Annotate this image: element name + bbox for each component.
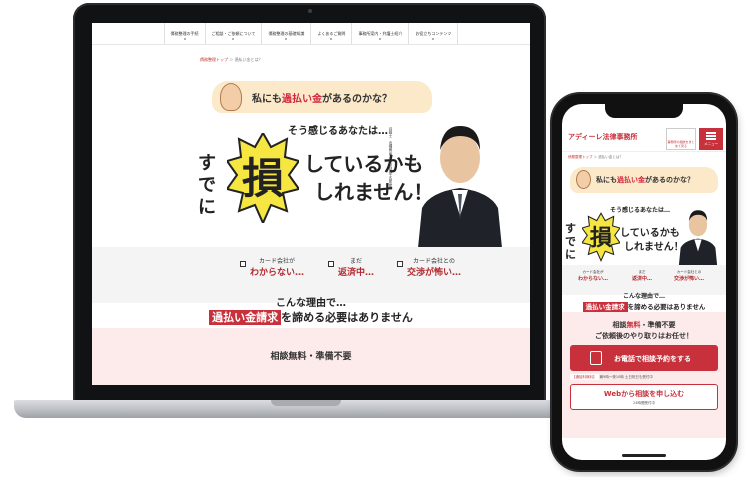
phone-login-button[interactable]: 事務所の相談をまとめて見る bbox=[666, 128, 696, 150]
phone-web-sublabel: 24時間受付中 bbox=[633, 401, 655, 405]
worry-2-top: まだ bbox=[350, 258, 363, 265]
phone-breadcrumb-home[interactable]: 債務整理トップ bbox=[568, 155, 593, 159]
checkbox-icon bbox=[397, 261, 403, 267]
checkbox-icon bbox=[240, 261, 246, 267]
question-bubble: 私にも過払い金があるのかな？ bbox=[212, 81, 432, 113]
lawyer-caption: 弁護士 出縄雅 第一東京弁護士会所属 bbox=[389, 127, 393, 188]
phone-menu-label: メニュー bbox=[704, 142, 718, 146]
worry-item-3: カード会社との 交渉が怖い… bbox=[407, 256, 461, 278]
phone-call-button[interactable]: お電話で相談予約をする bbox=[570, 345, 718, 371]
question-prefix: 私にも bbox=[252, 94, 282, 105]
phone-breadcrumb: 債務整理トップ ＞ 過払い金とは？ bbox=[568, 155, 623, 160]
phone-lawyer-photo bbox=[678, 210, 718, 266]
phone-icon bbox=[590, 351, 602, 365]
breadcrumb-current: 過払い金とは？ bbox=[234, 57, 263, 62]
reason-label: 過払い金請求 bbox=[209, 310, 282, 325]
worry-1-red: わからない… bbox=[250, 268, 305, 278]
phone-breadcrumb-current: 過払い金とは？ bbox=[598, 155, 623, 159]
checkbox-icon bbox=[328, 261, 334, 267]
phone-consult-line1: 相談無料・準備不要 bbox=[562, 320, 726, 330]
phone-question-prefix: 私にも bbox=[596, 176, 617, 184]
phone-web-button[interactable]: Webから相談を申し込む 24時間受付中 bbox=[570, 384, 718, 410]
lawyer-photo bbox=[418, 126, 502, 248]
phone-web-label: Webから相談を申し込む bbox=[603, 390, 685, 398]
reason-statement: 過払い金請求 を諦める必要はありません bbox=[92, 309, 530, 325]
hamburger-icon bbox=[706, 132, 716, 140]
reason-rest: を諦める必要はありません bbox=[281, 311, 413, 324]
phone-logo[interactable]: アディーレ法律事務所 bbox=[568, 132, 638, 142]
main-nav: 債務整理の手続 ご相談・ご依頼について 債務整理の基礎知識 よくあるご質問 事務… bbox=[92, 23, 530, 45]
phone-consult-line2: ご依頼後のやり取りはお任せ！ bbox=[595, 332, 693, 340]
phone-burst-character: 損 bbox=[590, 225, 613, 251]
phone-call-label: お電話で相談予約をする bbox=[614, 355, 691, 363]
phone-consult-prefix: 相談 bbox=[612, 321, 627, 329]
worry-1-top: カード会社が bbox=[259, 258, 296, 265]
phone-screen: アディーレ法律事務所 事務所の相談をまとめて見る メニュー 債務整理トップ ＞ … bbox=[562, 104, 726, 460]
phone-question-highlight: 過払い金 bbox=[617, 176, 645, 184]
breadcrumb: 債務整理トップ ＞ 過払い金とは？ bbox=[92, 45, 530, 71]
phone-consult-suffix: ・準備不要 bbox=[640, 321, 676, 329]
phone-login-label: 事務所の相談をまとめて見る bbox=[667, 140, 695, 148]
worry-item-2: まだ 返済中… bbox=[338, 256, 374, 278]
intro-text: そう感じるあなたは… bbox=[288, 126, 388, 137]
phone-notch bbox=[605, 104, 683, 118]
laptop-camera bbox=[308, 9, 312, 13]
phone-header: アディーレ法律事務所 事務所の相談をまとめて見る メニュー bbox=[562, 126, 726, 152]
nav-item-office[interactable]: 事務所案内・弁護士紹介 bbox=[351, 23, 408, 44]
woman-illustration bbox=[220, 83, 242, 111]
phone-question-text: 私にも過払い金があるのかな？ bbox=[596, 175, 694, 185]
question-suffix: があるのかな？ bbox=[322, 94, 392, 105]
phone-reason-statement: 過払い金請求 を諦める必要はありません bbox=[562, 301, 726, 312]
phone-question-bubble: 私にも過払い金があるのかな？ bbox=[570, 167, 718, 193]
phone-worry-item-1: カード会社が わからない… bbox=[578, 270, 608, 282]
phone-free-badge: 【通話料無料】 bbox=[570, 374, 599, 380]
worry-3-top: カード会社との bbox=[413, 258, 455, 265]
phone-worry-1-red: わからない… bbox=[578, 276, 609, 282]
phone-worry-item-3: カード会社との 交渉が怖い… bbox=[674, 270, 704, 282]
phone-consult-free: 無料 bbox=[626, 321, 641, 329]
phone-burst-graphic: 損 bbox=[582, 212, 620, 263]
home-indicator bbox=[622, 454, 666, 457]
phone-woman-illustration bbox=[576, 170, 591, 189]
phone-side-text: すでに bbox=[565, 222, 576, 261]
breadcrumb-home-link[interactable]: 債務整理トップ bbox=[200, 57, 228, 62]
phone-free-text: 朝9時〜夜10時 土日祝日も受付中 bbox=[599, 375, 653, 379]
question-text: 私にも過払い金があるのかな？ bbox=[252, 90, 392, 105]
mockup-stage: 債務整理の手続 ご相談・ご依頼について 債務整理の基礎知識 よくあるご質問 事務… bbox=[0, 0, 748, 477]
phone-reason-rest: を諦める必要はありません bbox=[627, 303, 706, 311]
nav-item-consultation[interactable]: ご相談・ご依頼について bbox=[204, 23, 262, 44]
phone-worry-3-red: 交渉が怖い… bbox=[674, 276, 705, 282]
consult-text: 相談無料・準備不要 bbox=[270, 352, 352, 362]
phone-question-suffix: があるのかな？ bbox=[645, 176, 694, 184]
phone-reason-line: こんな理由で… bbox=[622, 293, 665, 300]
phone-reason-label: 過払い金請求 bbox=[582, 302, 628, 312]
headline-line1: しているかも bbox=[304, 152, 424, 176]
burst-character: 損 bbox=[242, 154, 284, 203]
phone-free-note: 【通話料無料】 朝9時〜夜10時 土日祝日も受付中 bbox=[570, 374, 718, 380]
laptop-screen: 債務整理の手続 ご相談・ご依頼について 債務整理の基礎知識 よくあるご質問 事務… bbox=[92, 23, 530, 385]
worry-3-red: 交渉が怖い… bbox=[407, 268, 462, 278]
phone-menu-button[interactable]: メニュー bbox=[699, 128, 723, 150]
question-highlight: 過払い金 bbox=[282, 94, 322, 105]
reason-line: こんな理由で… bbox=[276, 298, 346, 309]
nav-item-procedures[interactable]: 債務整理の手続 bbox=[163, 23, 205, 44]
phone-worry-item-2: まだ 返済中… bbox=[632, 270, 652, 282]
worry-item-1: カード会社が わからない… bbox=[250, 256, 304, 278]
side-text: すでに bbox=[198, 153, 216, 218]
nav-item-basics[interactable]: 債務整理の基礎知識 bbox=[261, 23, 310, 44]
laptop-base-notch bbox=[271, 400, 341, 406]
burst-graphic: 損 bbox=[227, 133, 299, 223]
nav-item-contents[interactable]: お役立ちコンテンツ bbox=[408, 23, 459, 44]
nav-item-faq[interactable]: よくあるご質問 bbox=[310, 23, 351, 44]
phone-worry-2-red: 返済中… bbox=[632, 276, 653, 282]
worry-2-red: 返済中… bbox=[338, 268, 375, 278]
